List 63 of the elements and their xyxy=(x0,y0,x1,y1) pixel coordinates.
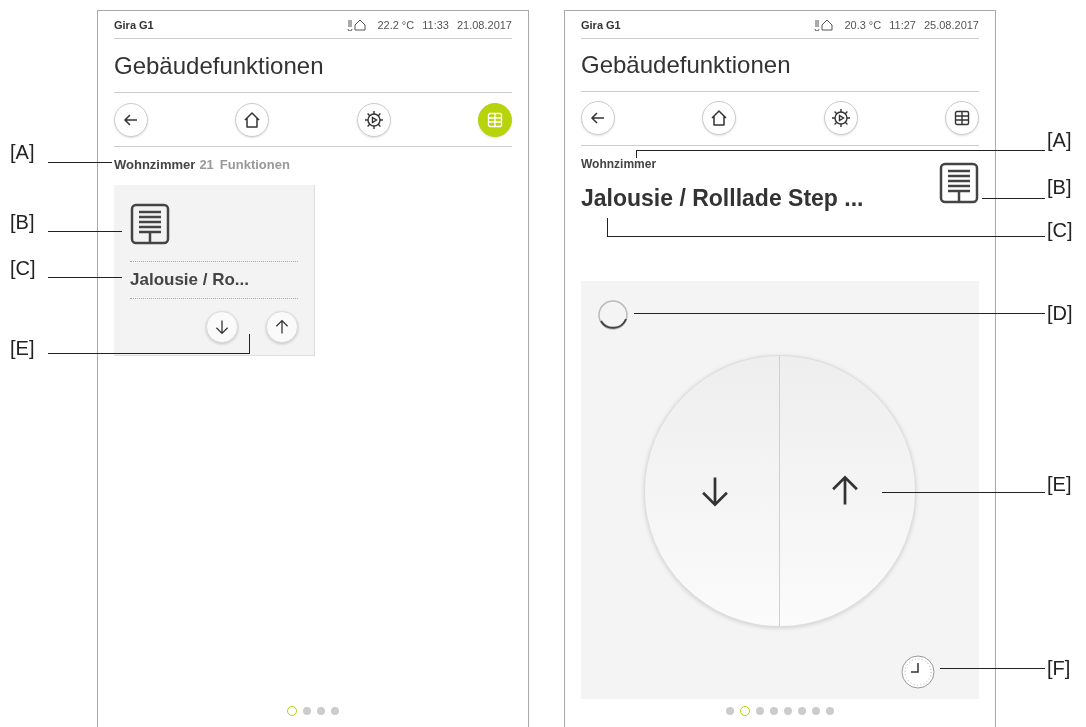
gear-icon xyxy=(830,108,851,129)
page-indicator-dot[interactable] xyxy=(812,707,820,716)
back-button[interactable] xyxy=(581,101,615,136)
home-button[interactable] xyxy=(702,101,737,136)
arrow-up-icon xyxy=(274,319,290,335)
home-icon xyxy=(710,109,729,128)
clock-icon[interactable] xyxy=(901,654,935,689)
page-indicator-dot[interactable] xyxy=(331,707,339,715)
callout-label: [E] xyxy=(10,336,35,360)
callout-label: [F] xyxy=(1047,656,1071,680)
page-indicator-dot[interactable] xyxy=(756,707,764,716)
callout-label: [A] xyxy=(1047,128,1072,152)
scenes-button[interactable] xyxy=(823,101,858,136)
page-indicator-dot[interactable] xyxy=(784,707,792,716)
page-indicator-dot[interactable] xyxy=(726,707,734,716)
time-text: 11:27 xyxy=(889,18,916,31)
page-indicator-dot[interactable] xyxy=(826,707,834,716)
page-indicator-dot[interactable] xyxy=(303,707,311,715)
down-button[interactable] xyxy=(206,311,238,343)
device-name: Gira G1 xyxy=(114,19,154,31)
room-name: Wohnzimmer xyxy=(581,155,658,172)
arrow-down-icon xyxy=(214,319,230,335)
page-title: Gebäudefunktionen xyxy=(114,39,512,93)
callout-label: [B] xyxy=(10,210,35,234)
function-count: 21 xyxy=(199,157,214,173)
up-button[interactable] xyxy=(266,311,298,343)
home-icon xyxy=(243,110,262,129)
page-title: Gebäudefunktionen xyxy=(581,38,979,93)
leader-line xyxy=(48,162,112,163)
callout-label: [B] xyxy=(1047,175,1072,199)
home-button[interactable] xyxy=(235,102,270,137)
grid-icon xyxy=(954,110,970,127)
leader-line xyxy=(982,198,1045,199)
back-button[interactable] xyxy=(114,102,148,137)
temperature-text: 20.3 °C xyxy=(844,18,882,31)
page-indicator-dot[interactable] xyxy=(317,707,325,715)
spinner-icon xyxy=(597,298,629,331)
page-indicator-dot[interactable] xyxy=(798,707,806,716)
page-indicator-dot[interactable] xyxy=(740,706,750,717)
scenes-button[interactable] xyxy=(356,102,391,137)
date-text: 25.08.2017 xyxy=(923,18,979,31)
temperature-text: 22.2 °C xyxy=(377,19,415,31)
room-name: Wohnzimmer xyxy=(114,157,196,173)
page-indicator-dot[interactable] xyxy=(770,707,778,716)
callout-label: [E] xyxy=(1047,472,1072,496)
blind-icon xyxy=(939,161,979,204)
callout-label: [C] xyxy=(1047,218,1073,242)
gear-icon xyxy=(363,109,384,130)
grid-icon xyxy=(487,111,503,128)
date-text: 21.08.2017 xyxy=(456,19,512,31)
functions-label: Funktionen xyxy=(219,157,290,173)
function-name: Jalousie / Rolllade Step ... xyxy=(581,183,864,212)
device-name: Gira G1 xyxy=(581,18,621,31)
callout-label: [A] xyxy=(10,140,35,164)
grid-button[interactable] xyxy=(945,101,979,136)
back-arrow-icon xyxy=(123,111,139,128)
page-indicator-dot[interactable] xyxy=(287,706,297,716)
function-name: Jalousie / Ro... xyxy=(130,261,298,299)
function-tile[interactable]: Jalousie / Ro... xyxy=(114,185,315,356)
callout-label: [C] xyxy=(10,256,36,280)
blind-icon xyxy=(130,203,170,245)
time-text: 11:33 xyxy=(422,19,449,31)
callout-label: [D] xyxy=(1047,301,1073,325)
